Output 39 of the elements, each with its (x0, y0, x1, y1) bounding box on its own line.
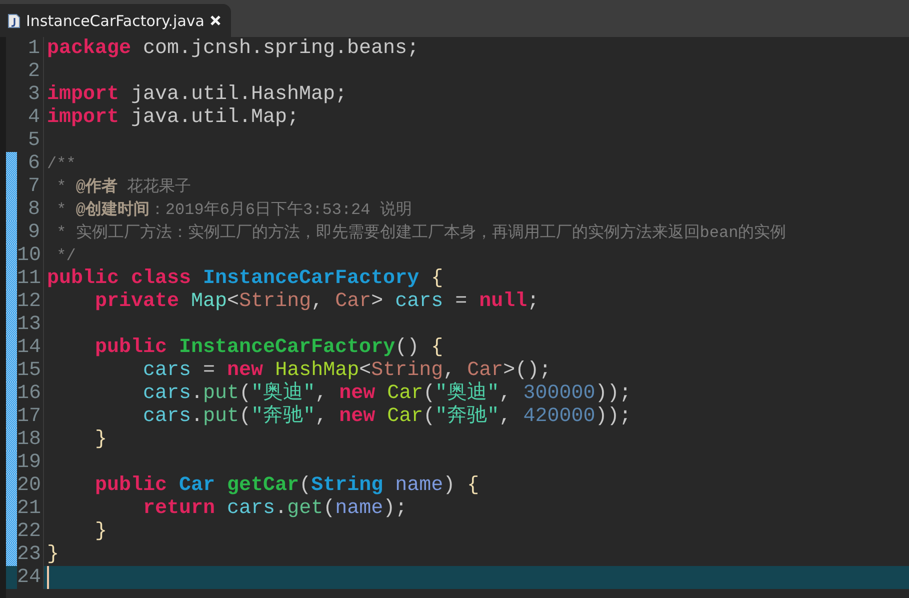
code-line: * @创建时间：2019年6月6日下午3:53:24 说明 (56, 200, 412, 220)
code-line: public Car getCar(String name) { (94, 474, 480, 497)
tab-title: InstanceCarFactory.java (26, 12, 204, 30)
code-line: private Map<String, Car> cars = null; (94, 290, 540, 313)
code-line: return cars.get(name); (142, 497, 408, 520)
code-line: public class InstanceCarFactory { (46, 267, 444, 290)
line-number: 13 (17, 313, 44, 336)
line-number: 21 (17, 497, 44, 520)
code-line: public InstanceCarFactory() { (94, 336, 444, 359)
text-cursor (47, 566, 49, 589)
line-number: 10 (17, 244, 44, 267)
code-line: cars = new HashMap<String, Car>(); (142, 359, 552, 382)
line-number: 24 (17, 566, 44, 589)
line-number: 20 (17, 474, 44, 497)
line-number: 11 (17, 267, 44, 290)
code-line: * 实例工厂方法：实例工厂的方法，即先需要创建工厂本身，再调用工厂的实例方法来返回bean的实例 (56, 222, 786, 244)
line-number: 15 (17, 359, 44, 382)
line-number: 16 (17, 382, 44, 405)
code-line: import java.util.HashMap; (46, 83, 348, 106)
line-number: 18 (17, 428, 44, 451)
close-icon[interactable] (210, 15, 222, 26)
line-number: 17 (17, 405, 44, 428)
code-line: cars.put("奥迪", new Car("奥迪", 300000)); (142, 382, 632, 405)
code-line: cars.put("奔驰", new Car("奔驰", 420000)); (142, 405, 632, 428)
code-line: * @作者 花花果子 (56, 176, 192, 198)
code-line: } (94, 428, 108, 451)
line-number: 14 (17, 336, 44, 359)
code-line: } (94, 520, 108, 543)
editor-tab[interactable]: InstanceCarFactory.java (0, 4, 232, 37)
code-line: } (46, 543, 60, 566)
line-number: 19 (17, 451, 44, 474)
line-number: 23 (17, 543, 44, 566)
code-line: import java.util.Map; (46, 106, 300, 129)
code-line: package com.jcnsh.spring.beans; (46, 37, 420, 60)
code-line: */ (56, 246, 76, 266)
line-number: 22 (17, 520, 44, 543)
line-number: 12 (17, 290, 44, 313)
code-line: /** (46, 154, 76, 174)
java-file-icon (8, 14, 20, 28)
